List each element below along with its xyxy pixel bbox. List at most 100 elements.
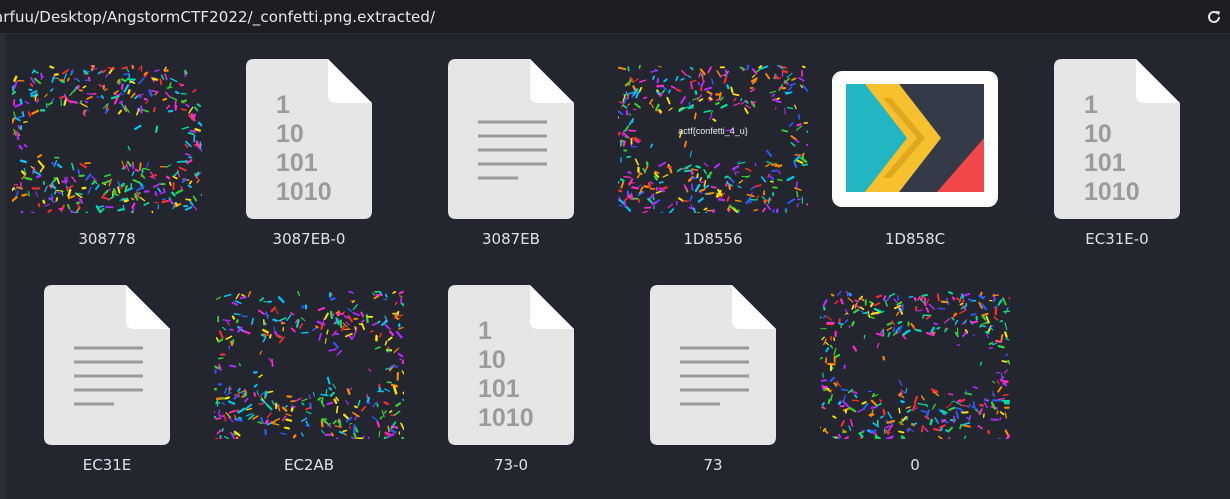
confetti-piece bbox=[247, 291, 252, 298]
confetti-piece bbox=[753, 209, 759, 212]
file-item[interactable]: 0 bbox=[815, 280, 1015, 490]
confetti-piece bbox=[343, 432, 347, 436]
confetti-piece bbox=[400, 422, 404, 431]
file-item[interactable]: EC31E bbox=[7, 280, 207, 490]
confetti-piece bbox=[823, 428, 829, 434]
confetti-piece bbox=[746, 65, 750, 70]
confetti-piece bbox=[134, 124, 142, 131]
confetti-piece bbox=[920, 424, 924, 433]
confetti-piece bbox=[744, 104, 752, 109]
file-item[interactable]: actf{confetti_4_u} 1D8556 bbox=[613, 54, 813, 264]
confetti-piece bbox=[265, 403, 273, 411]
confetti-piece bbox=[948, 291, 954, 295]
confetti-piece bbox=[225, 391, 232, 396]
confetti-piece bbox=[184, 69, 188, 75]
confetti-piece bbox=[401, 302, 404, 307]
confetti-piece bbox=[690, 82, 693, 90]
confetti-piece bbox=[352, 311, 360, 317]
confetti-piece bbox=[174, 90, 180, 95]
path-text[interactable]: arfuu/Desktop/AngstormCTF2022/_confetti.… bbox=[0, 8, 435, 26]
confetti-piece bbox=[32, 170, 41, 176]
confetti-piece bbox=[968, 298, 974, 303]
confetti-piece bbox=[70, 209, 76, 213]
confetti-piece bbox=[668, 107, 673, 111]
confetti-piece bbox=[120, 93, 125, 96]
confetti-piece bbox=[216, 429, 222, 435]
confetti-piece bbox=[678, 197, 684, 202]
file-item[interactable]: EC2AB bbox=[209, 280, 409, 490]
confetti-piece bbox=[196, 103, 202, 108]
confetti-piece bbox=[917, 309, 923, 312]
location-bar[interactable]: arfuu/Desktop/AngstormCTF2022/_confetti.… bbox=[0, 0, 1230, 34]
confetti-piece bbox=[315, 325, 319, 329]
confetti-piece bbox=[962, 422, 971, 426]
confetti-piece bbox=[56, 177, 60, 185]
file-item[interactable]: 1D858C bbox=[815, 54, 1015, 264]
confetti-piece bbox=[734, 170, 737, 176]
file-item[interactable]: 1 10 101 1010 73-0 bbox=[411, 280, 611, 490]
file-item[interactable]: 1 10 101 1010 3087EB-0 bbox=[209, 54, 409, 264]
confetti-piece bbox=[194, 106, 199, 112]
confetti-piece bbox=[637, 183, 642, 188]
confetti-piece bbox=[305, 411, 312, 415]
confetti-piece bbox=[659, 92, 663, 97]
file-name: 3087EB-0 bbox=[272, 230, 346, 248]
confetti-piece bbox=[95, 184, 100, 191]
confetti-piece bbox=[724, 175, 729, 179]
confetti-piece bbox=[715, 102, 720, 105]
confetti-piece bbox=[373, 295, 380, 300]
confetti-piece bbox=[54, 189, 57, 195]
confetti-piece bbox=[113, 97, 119, 105]
file-item[interactable]: 73 bbox=[613, 280, 813, 490]
confetti-piece bbox=[992, 342, 998, 346]
confetti-piece bbox=[991, 380, 996, 384]
confetti-piece bbox=[880, 415, 884, 419]
confetti-piece bbox=[324, 337, 327, 344]
confetti-piece bbox=[28, 190, 30, 197]
confetti-piece bbox=[171, 191, 176, 197]
confetti-piece bbox=[58, 207, 64, 211]
confetti-piece bbox=[712, 118, 717, 122]
confetti-piece bbox=[901, 334, 907, 340]
confetti-piece bbox=[214, 416, 217, 419]
confetti-piece bbox=[734, 199, 742, 203]
confetti-piece bbox=[134, 168, 140, 172]
confetti-piece bbox=[832, 415, 837, 419]
confetti-piece bbox=[699, 181, 705, 184]
confetti-piece bbox=[698, 188, 706, 193]
confetti-piece bbox=[104, 88, 108, 92]
file-item[interactable]: 308778 bbox=[7, 54, 207, 264]
confetti-piece bbox=[651, 200, 658, 206]
confetti-piece bbox=[717, 198, 726, 202]
confetti-piece bbox=[822, 299, 828, 307]
confetti-piece bbox=[1004, 331, 1008, 338]
confetti-piece bbox=[662, 86, 668, 91]
binary-file-icon: 1 10 101 1010 bbox=[1054, 59, 1180, 219]
confetti-piece bbox=[105, 73, 109, 78]
file-item[interactable]: 1 10 101 1010 EC31E-0 bbox=[1017, 54, 1217, 264]
confetti-piece bbox=[724, 69, 728, 76]
file-name: 0 bbox=[910, 456, 920, 474]
confetti-piece bbox=[253, 392, 257, 397]
confetti-piece bbox=[625, 206, 632, 212]
confetti-piece bbox=[345, 321, 350, 326]
confetti-piece bbox=[231, 315, 236, 320]
confetti-piece bbox=[252, 415, 259, 420]
confetti-piece bbox=[225, 335, 233, 341]
confetti-piece bbox=[320, 393, 329, 397]
confetti-piece bbox=[710, 78, 714, 85]
confetti-piece bbox=[199, 148, 202, 153]
confetti-piece bbox=[27, 111, 32, 117]
confetti-piece bbox=[271, 358, 274, 367]
file-item[interactable]: 3087EB bbox=[411, 54, 611, 264]
confetti-piece bbox=[118, 80, 121, 85]
confetti-piece bbox=[143, 97, 148, 101]
confetti-piece bbox=[223, 293, 232, 298]
confetti-piece bbox=[333, 398, 338, 404]
refresh-icon[interactable] bbox=[1204, 7, 1224, 27]
confetti-piece bbox=[260, 333, 267, 337]
confetti-piece bbox=[798, 114, 801, 120]
confetti-piece bbox=[383, 388, 390, 392]
confetti-piece bbox=[979, 323, 983, 328]
confetti-piece bbox=[135, 191, 140, 198]
